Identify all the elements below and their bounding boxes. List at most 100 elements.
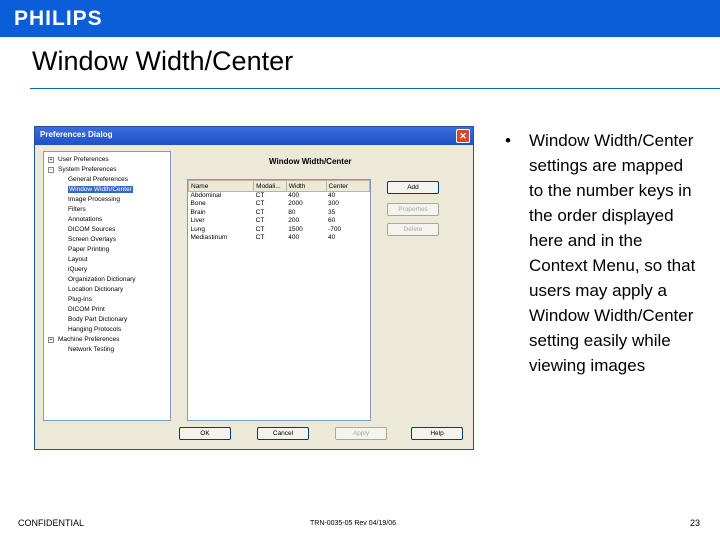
column-header[interactable]: Modali...: [253, 180, 287, 192]
table-cell: 200: [288, 217, 300, 225]
tree-item-label: Plug-Ins: [68, 296, 92, 303]
table-cell: -700: [328, 225, 342, 233]
tree-item-label: User Preferences: [58, 156, 109, 163]
pane-title: Window Width/Center: [269, 157, 352, 166]
tree-item-label: Annotations: [68, 216, 103, 223]
tree-item-label: Screen Overlays: [68, 236, 117, 243]
tree-item-label: DICOM Sources: [68, 226, 116, 233]
tree-item[interactable]: DICOM Sources: [44, 225, 170, 235]
tree-item-label: Hanging Protocols: [68, 326, 122, 333]
tree-item[interactable]: - System Preferences: [44, 165, 170, 175]
table-cell: 400: [288, 234, 300, 242]
tree-item[interactable]: Hanging Protocols: [44, 325, 170, 335]
table-cell: 60: [328, 217, 336, 225]
tree-item[interactable]: General Preferences: [44, 175, 170, 185]
apply-button[interactable]: Apply: [335, 427, 387, 440]
tree-item[interactable]: Image Processing: [44, 195, 170, 205]
tree-item-label: System Preferences: [58, 166, 117, 173]
table-cell: CT: [255, 234, 265, 242]
dialog-titlebar: Preferences Dialog ✕: [35, 127, 473, 145]
table-cell: 40: [328, 192, 336, 199]
tree-item[interactable]: Window Width/Center: [44, 185, 170, 195]
ok-button[interactable]: OK: [179, 427, 231, 440]
tree-item-label: iQuery: [68, 266, 88, 273]
preferences-tree[interactable]: + User Preferences - System Preferences Gene…: [43, 151, 171, 421]
tree-item[interactable]: Network Testing: [44, 345, 170, 355]
table-cell: 40: [328, 234, 336, 242]
tree-item-label: DICOM Print: [68, 306, 105, 313]
footer-page-number: 23: [690, 518, 701, 528]
table-cell: Liver: [190, 217, 205, 225]
tree-item[interactable]: Body Part Dictionary: [44, 315, 170, 325]
bullet-dot: •: [505, 131, 511, 150]
list-header: Name Modali... Width Center: [187, 180, 371, 192]
column-header[interactable]: Center: [325, 180, 371, 192]
table-cell: Mediastinum: [190, 234, 228, 242]
tree-item-label: Image Processing: [68, 196, 121, 203]
table-cell: CT: [255, 217, 265, 225]
tree-item[interactable]: Organization Dictionary: [44, 275, 170, 285]
table-cell: Bone: [190, 200, 206, 208]
table-cell: 1500: [288, 225, 303, 233]
tree-item-label: Body Part Dictionary: [68, 316, 128, 323]
table-row[interactable]: Lung CT 1500 -700: [189, 226, 370, 235]
table-cell: 35: [328, 208, 336, 216]
table-row[interactable]: Mediastinum CT 400 40: [189, 234, 370, 243]
table-cell: 80: [288, 208, 296, 216]
cancel-button[interactable]: Cancel: [257, 427, 309, 440]
table-cell: CT: [255, 225, 265, 233]
table-cell: CT: [255, 192, 265, 199]
table-row[interactable]: Liver CT 200 60: [189, 217, 370, 226]
tree-item[interactable]: Location Dictionary: [44, 285, 170, 295]
properties-button[interactable]: Properties: [387, 203, 439, 216]
tree-item[interactable]: Paper Printing: [44, 245, 170, 255]
title-divider: [30, 88, 720, 89]
footer-confidential: CONFIDENTIAL: [18, 518, 85, 528]
table-cell: 400: [288, 192, 300, 199]
table-row[interactable]: Abdominal CT 400 40: [189, 192, 370, 201]
tree-item[interactable]: + User Preferences: [44, 155, 170, 165]
tree-item[interactable]: DICOM Print: [44, 305, 170, 315]
bullet-text: Window Width/Center settings are mapped …: [529, 131, 696, 375]
close-icon[interactable]: ✕: [456, 129, 470, 143]
tree-item[interactable]: Annotations: [44, 215, 170, 225]
add-button[interactable]: Add: [387, 181, 439, 194]
tree-item[interactable]: iQuery: [44, 265, 170, 275]
expand-icon[interactable]: +: [48, 337, 54, 343]
tree-item-label: General Preferences: [68, 176, 128, 183]
expand-icon[interactable]: +: [48, 157, 54, 163]
tree-item[interactable]: Screen Overlays: [44, 235, 170, 245]
tree-item-label: Network Testing: [68, 346, 115, 353]
tree-item-label: Paper Printing: [68, 246, 110, 253]
philips-logo: PHILIPS: [14, 7, 103, 30]
delete-button[interactable]: Delete: [387, 223, 439, 236]
tree-item-label: Layout: [68, 256, 88, 263]
table-row[interactable]: Brain CT 80 35: [189, 209, 370, 218]
collapse-icon[interactable]: -: [48, 167, 54, 173]
tree-item[interactable]: Layout: [44, 255, 170, 265]
tree-item[interactable]: Filters: [44, 205, 170, 215]
tree-item-label: Filters: [68, 206, 86, 213]
help-button[interactable]: Help: [411, 427, 463, 440]
column-header[interactable]: Width: [285, 180, 327, 192]
tree-item[interactable]: Plug-Ins: [44, 295, 170, 305]
table-cell: Lung: [190, 225, 205, 233]
tree-item[interactable]: + Machine Preferences: [44, 335, 170, 345]
table-cell: CT: [255, 200, 265, 208]
dialog-title: Preferences Dialog: [40, 130, 113, 139]
table-cell: 300: [328, 200, 339, 208]
tree-item-label: Location Dictionary: [68, 286, 124, 293]
tree-item-label: Organization Dictionary: [68, 276, 136, 283]
tree-item-label: Window Width/Center: [68, 186, 133, 193]
table-row[interactable]: Bone CT 2000 300: [189, 200, 370, 209]
preferences-dialog: Preferences Dialog ✕ + User Preferences - S…: [34, 126, 474, 450]
footer-document-id: TRN-0035-05 Rev 04/19/06: [310, 520, 396, 527]
window-width-center-list[interactable]: Name Modali... Width Center Abdominal CT 400 4…: [187, 179, 371, 421]
tree-item-label: Machine Preferences: [58, 336, 120, 343]
header-bar: PHILIPS: [0, 0, 720, 37]
column-header[interactable]: Name: [187, 180, 255, 192]
table-cell: Abdominal: [190, 192, 222, 199]
table-cell: Brain: [190, 208, 206, 216]
page-title: Window Width/Center: [32, 46, 294, 76]
table-cell: 2000: [288, 200, 303, 208]
